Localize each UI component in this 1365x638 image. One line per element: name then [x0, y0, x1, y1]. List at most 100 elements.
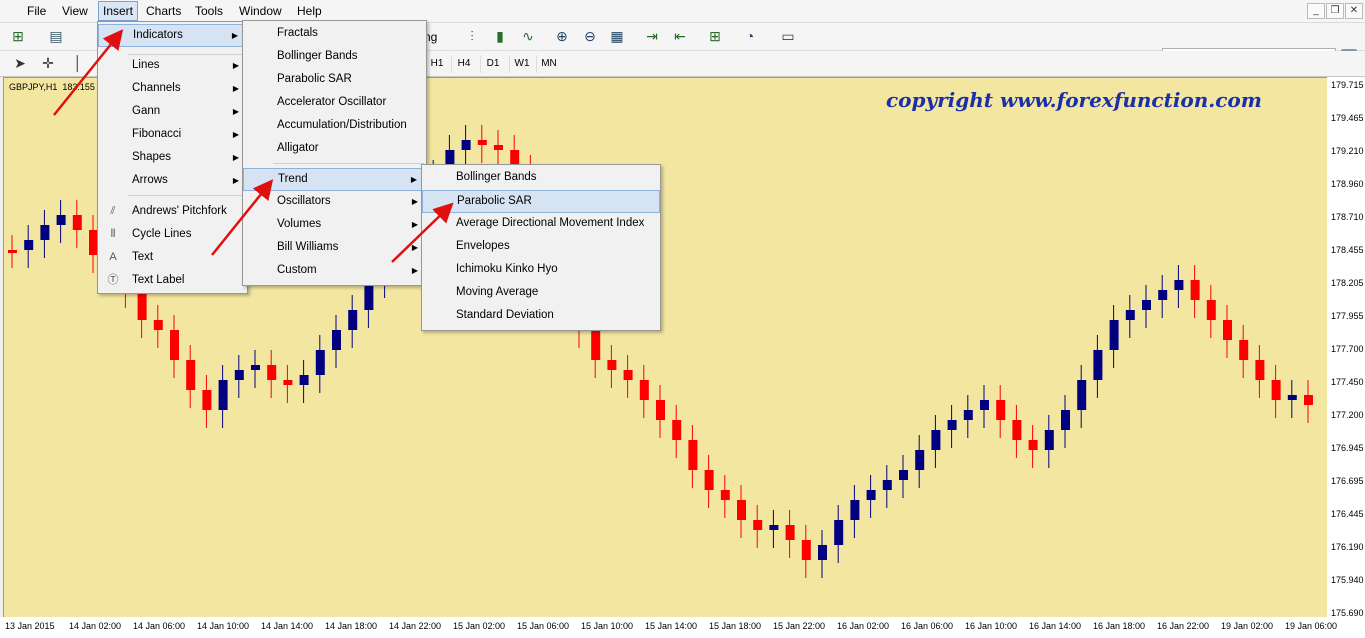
- time-tick-label: 16 Jan 02:00: [837, 621, 890, 631]
- time-tick-label: 14 Jan 06:00: [133, 621, 186, 631]
- chart-symbol: GBPJPY,H1 183.155: [9, 82, 95, 92]
- menu-item-accumulation-distribution[interactable]: Accumulation/Distribution: [243, 115, 426, 136]
- menu-item-trend-bollinger-bands[interactable]: Bollinger Bands: [422, 167, 660, 188]
- candle-body: [1077, 380, 1087, 410]
- candle-body: [153, 320, 163, 330]
- candle-body: [704, 470, 714, 490]
- menu-item-indicators[interactable]: Indicators ▶: [98, 24, 247, 47]
- candle-body: [24, 240, 34, 250]
- time-tick-label: 15 Jan 22:00: [773, 621, 826, 631]
- candle-body: [1271, 380, 1281, 400]
- menu-item-arrows[interactable]: Arrows ▶: [98, 170, 247, 191]
- cycle-lines-icon: ⦀: [110, 228, 116, 240]
- candle-body: [866, 490, 876, 500]
- submenu-arrow-icon: ▶: [231, 31, 238, 40]
- submenu-arrow-icon: ▶: [232, 176, 239, 185]
- menu-item-trend[interactable]: Trend ▶: [243, 168, 426, 191]
- price-tick-label: 176.190: [1331, 542, 1364, 552]
- menu-item-bill-williams[interactable]: Bill Williams ▶: [243, 237, 426, 258]
- menu-item-moving-average[interactable]: Moving Average: [422, 282, 660, 303]
- menu-item-channels[interactable]: Channels ▶: [98, 78, 247, 99]
- candle-body: [251, 365, 260, 370]
- candle-body: [1061, 410, 1070, 430]
- menu-item-envelopes[interactable]: Envelopes: [422, 236, 660, 257]
- candle-body: [931, 430, 941, 450]
- time-tick-label: 15 Jan 10:00: [581, 621, 634, 631]
- candle-body: [348, 310, 358, 330]
- candle-body: [494, 145, 503, 150]
- candle-body: [202, 390, 212, 410]
- price-tick-label: 176.445: [1331, 509, 1364, 519]
- price-tick-label: 176.945: [1331, 443, 1364, 453]
- candle-body: [915, 450, 925, 470]
- menu-item-cycle-lines[interactable]: ⦀ Cycle Lines: [98, 224, 247, 245]
- candle-body: [850, 500, 860, 520]
- insert-menu: Indicators ▶ Lines ▶ Channels ▶ Gann ▶ Fibon…: [97, 21, 248, 294]
- menu-item-text-label[interactable]: Ⓣ Text Label: [98, 270, 247, 291]
- menu-item-volumes[interactable]: Volumes ▶: [243, 214, 426, 235]
- price-tick-label: 179.465: [1331, 113, 1364, 123]
- candle-body: [656, 400, 665, 420]
- copyright-watermark: copyright www.forexfunction.com: [886, 88, 1262, 112]
- menu-item-text[interactable]: A Text: [98, 247, 247, 268]
- submenu-arrow-icon: ▶: [232, 130, 239, 139]
- candle-body: [947, 420, 957, 430]
- time-tick-label: 16 Jan 06:00: [901, 621, 954, 631]
- candle-body: [477, 140, 487, 145]
- candle-body: [1223, 320, 1232, 340]
- candle-body: [1044, 430, 1054, 450]
- candle-body: [980, 400, 989, 410]
- time-tick-label: 14 Jan 02:00: [69, 621, 122, 631]
- menu-item-oscillators[interactable]: Oscillators ▶: [243, 191, 426, 212]
- price-tick-label: 179.210: [1331, 146, 1364, 156]
- menu-item-adx[interactable]: Average Directional Movement Index: [422, 213, 660, 234]
- time-tick-label: 13 Jan 2015: [5, 621, 55, 631]
- candle-body: [315, 350, 325, 375]
- candle-body: [1206, 300, 1216, 320]
- menu-item-accelerator-oscillator[interactable]: Accelerator Oscillator: [243, 92, 426, 113]
- price-tick-label: 177.450: [1331, 377, 1364, 387]
- menu-item-parabolic-sar[interactable]: Parabolic SAR: [243, 69, 426, 90]
- candle-body: [882, 480, 892, 490]
- candle-body: [672, 420, 682, 440]
- menu-item-fibonacci[interactable]: Fibonacci ▶: [98, 124, 247, 145]
- menu-item-andrews-pitchfork[interactable]: ⫽ Andrews' Pitchfork: [98, 201, 247, 222]
- menu-item-gann[interactable]: Gann ▶: [98, 101, 247, 122]
- submenu-arrow-icon: ▶: [411, 197, 418, 206]
- candle-body: [218, 380, 228, 410]
- candle-body: [1093, 350, 1103, 380]
- menu-item-shapes[interactable]: Shapes ▶: [98, 147, 247, 168]
- menu-item-bollinger-bands[interactable]: Bollinger Bands: [243, 46, 426, 67]
- submenu-arrow-icon: ▶: [232, 84, 239, 93]
- time-tick-label: 19 Jan 02:00: [1221, 621, 1274, 631]
- time-tick-label: 15 Jan 06:00: [517, 621, 570, 631]
- indicators-submenu: Fractals Bollinger Bands Parabolic SAR A…: [242, 20, 427, 286]
- candle-body: [623, 370, 633, 380]
- candle-body: [1109, 320, 1119, 350]
- submenu-arrow-icon: ▶: [232, 153, 239, 162]
- menu-item-custom[interactable]: Custom ▶: [243, 260, 426, 281]
- menu-item-alligator[interactable]: Alligator: [243, 138, 426, 159]
- price-tick-label: 178.710: [1331, 212, 1364, 222]
- menu-item-standard-deviation[interactable]: Standard Deviation: [422, 305, 660, 326]
- menu-item-lines[interactable]: Lines ▶: [98, 55, 247, 76]
- time-tick-label: 14 Jan 22:00: [389, 621, 442, 631]
- candle-body: [899, 470, 908, 480]
- candle-body: [834, 520, 844, 545]
- candle-body: [1125, 310, 1135, 320]
- candle-body: [753, 520, 763, 530]
- pitchfork-icon: ⫽: [110, 205, 116, 217]
- candle-body: [137, 290, 147, 320]
- candle-body: [332, 330, 341, 350]
- time-tick-label: 15 Jan 18:00: [709, 621, 762, 631]
- menu-item-ichimoku[interactable]: Ichimoku Kinko Hyo: [422, 259, 660, 280]
- menu-item-fractals[interactable]: Fractals: [243, 23, 426, 44]
- candle-body: [299, 375, 309, 385]
- menu-item-trend-parabolic-sar[interactable]: Parabolic SAR: [422, 190, 660, 213]
- candle-body: [267, 365, 277, 380]
- candle-body: [607, 360, 617, 370]
- price-tick-label: 178.205: [1331, 278, 1364, 288]
- candle-body: [170, 330, 179, 360]
- candle-body: [996, 400, 1006, 420]
- candle-body: [1255, 360, 1265, 380]
